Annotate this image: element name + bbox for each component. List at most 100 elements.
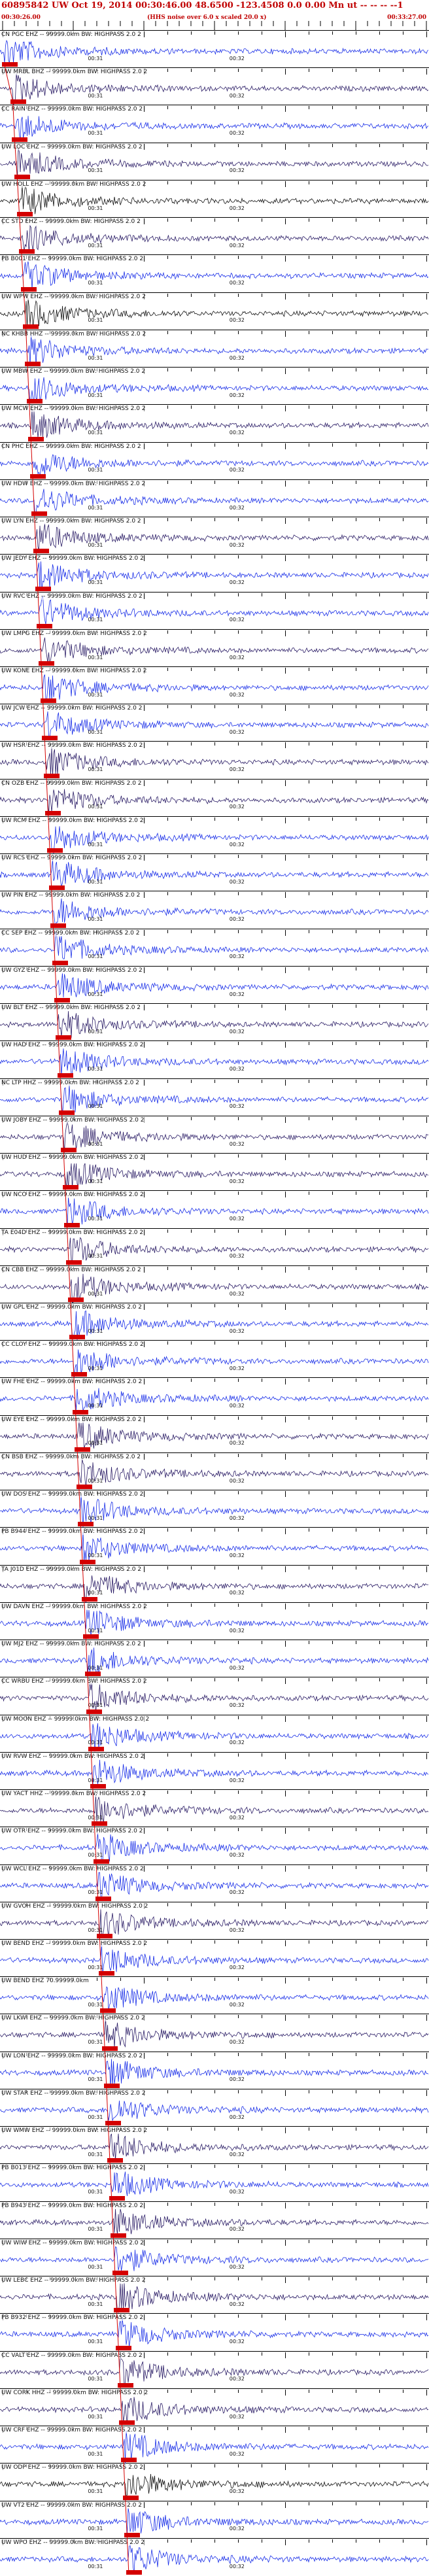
minute-label: 00:32: [229, 467, 245, 473]
time-tick: [238, 780, 239, 783]
time-tick: [379, 1154, 380, 1158]
trace-row: UW STAR EHZ -- 99999.0km BW: HIGHPASS 2.…: [0, 2088, 429, 2127]
time-tick: [332, 1192, 333, 1195]
time-tick: [144, 1641, 145, 1647]
waveform-line: [0, 377, 428, 404]
pick-marker: [83, 1634, 99, 1640]
time-tick: [214, 330, 215, 334]
minute-label: 00:32: [229, 1141, 245, 1147]
minute-label: 00:32: [229, 841, 245, 848]
time-tick: [332, 1791, 333, 1795]
time-tick: [285, 1005, 286, 1011]
trace-row: UW MCW EHZ -- 99999.0km BW: HIGHPASS 2.0…: [0, 404, 429, 442]
minute-label: 00:31: [88, 1477, 103, 1484]
time-tick: [285, 1865, 286, 1872]
minute-label: 00:32: [229, 1852, 245, 1859]
time-tick: [167, 1304, 168, 1307]
time-tick: [214, 106, 215, 110]
trace-row: UW BLT EHZ -- 99999.0km BW: HIGHPASS 2.0…: [0, 1003, 429, 1041]
minute-label: 00:32: [229, 1365, 245, 1371]
time-tick: [285, 1978, 286, 1984]
time-tick: [214, 143, 215, 147]
minute-label: 00:32: [229, 392, 245, 398]
pick-marker: [114, 2308, 130, 2313]
waveform-line: [0, 1048, 429, 1076]
time-tick: [332, 143, 333, 147]
time-tick: [332, 1491, 333, 1495]
time-tick: [379, 2202, 380, 2206]
time-tick: [167, 518, 168, 522]
trace-label: UW DOS EHZ -- 99999.0km BW: HIGHPASS 2.0…: [1, 1491, 144, 1498]
time-tick: [285, 2501, 286, 2508]
time-tick: [379, 2015, 380, 2019]
waveform-line: [0, 789, 429, 816]
start-time-label: 00:30:26.00: [1, 14, 41, 21]
time-tick: [285, 592, 286, 599]
time-tick: [238, 742, 239, 746]
waveform-line: [0, 2208, 429, 2235]
time-tick: [214, 668, 215, 671]
time-tick: [332, 218, 333, 222]
time-tick: [191, 1678, 192, 1682]
time-tick: [214, 2165, 215, 2169]
time-tick: [191, 1416, 192, 1420]
pick-marker: [35, 586, 51, 591]
trace-label: TA J01D EHZ -- 99999.0km BW: HIGHPASS 2.…: [1, 1566, 142, 1573]
time-tick: [167, 668, 168, 671]
time-tick: [379, 2501, 380, 2505]
time-tick: [332, 967, 333, 970]
time-tick: [167, 1603, 168, 1607]
time-tick: [191, 2539, 192, 2543]
trace-label: CN CBB EHZ -- 99999.0km BW: HIGHPASS 2.0…: [1, 1266, 141, 1273]
time-tick: [238, 2165, 239, 2169]
pick-marker: [73, 1409, 89, 1415]
trace-row: UW HOLL EHZ -- 99999.0km BW: HIGHPASS 2.…: [0, 179, 429, 218]
time-tick: [379, 69, 380, 73]
pick-marker: [45, 810, 61, 816]
time-tick: [167, 143, 168, 147]
trace-label: PB B943 EHZ -- 99999.0km BW: HIGHPASS 2.…: [1, 2202, 144, 2209]
time-tick: [214, 443, 215, 447]
trace-label: NC LTP HHZ -- 99999.0km BW: HIGHPASS 2.0…: [1, 1079, 139, 1086]
trace-row: UW MOON EHZ -- 99999.0km BW: HIGHPASS 2.…: [0, 1714, 429, 1753]
pick-marker: [31, 511, 48, 517]
time-tick: [191, 31, 192, 35]
time-tick: [144, 1192, 145, 1198]
minute-label: 00:31: [88, 766, 103, 773]
time-tick: [191, 2501, 192, 2505]
trace-row: TA J01D EHZ -- 99999.0km BW: HIGHPASS 2.…: [0, 1564, 429, 1603]
pick-marker: [107, 2158, 123, 2163]
time-tick: [285, 2464, 286, 2471]
minute-label: 00:32: [229, 1066, 245, 1073]
time-tick: [191, 256, 192, 260]
trace-label: CC WRBU EHZ -- 99999.0km BW: HIGHPASS 2.…: [1, 1678, 147, 1685]
time-tick: [167, 2202, 168, 2206]
time-tick: [285, 293, 286, 300]
time-tick: [167, 1865, 168, 1869]
trace-label: UW RVC EHZ -- 99999.0km BW: HIGHPASS 2.0…: [1, 592, 143, 600]
time-tick: [332, 2015, 333, 2019]
time-tick: [191, 2052, 192, 2056]
minute-label: 00:31: [88, 242, 103, 249]
waveform-line: [0, 2318, 429, 2348]
minute-label: 00:32: [229, 2376, 245, 2382]
time-tick: [426, 1715, 427, 1722]
time-tick: [285, 555, 286, 562]
time-tick: [426, 1379, 427, 1385]
time-tick: [144, 1865, 145, 1872]
time-tick: [285, 1566, 286, 1572]
time-tick: [167, 2501, 168, 2505]
time-tick: [238, 1978, 239, 1982]
time-tick: [379, 1379, 380, 1382]
time-tick: [167, 2539, 168, 2543]
time-tick: [191, 668, 192, 671]
trace-label: UW LON EHZ -- 99999.0km BW: HIGHPASS 2.0…: [1, 2052, 143, 2059]
time-tick: [144, 555, 145, 562]
minute-label: 00:31: [88, 317, 103, 324]
time-tick: [285, 2352, 286, 2358]
minute-label: 00:31: [88, 280, 103, 286]
time-tick: [426, 929, 427, 936]
waveform-line: [0, 2018, 429, 2049]
time-tick: [214, 256, 215, 260]
time-tick: [144, 2165, 145, 2171]
